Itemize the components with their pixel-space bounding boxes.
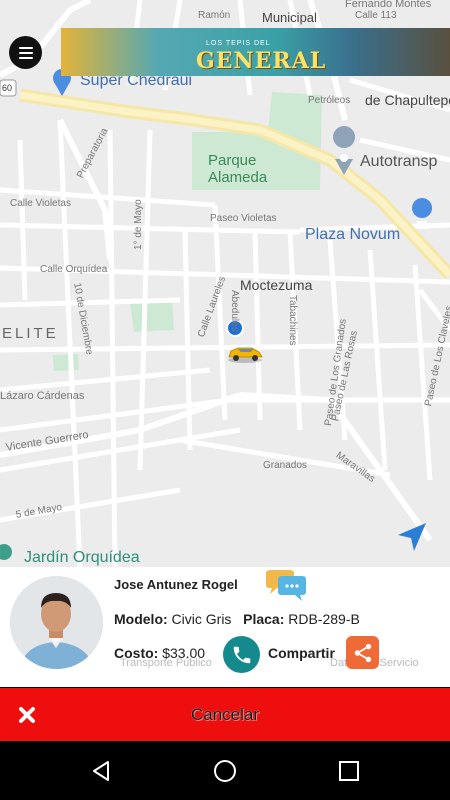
ad-banner[interactable]: LOS TEPIS DEL GENERAL (61, 28, 450, 76)
cost-label: Costo: (114, 645, 159, 661)
share-icon (354, 643, 371, 662)
map-view[interactable]: Calle 113 Fernando Montes Municipal Ramó… (0, 0, 450, 567)
recents-square-icon[interactable] (334, 756, 364, 786)
call-button[interactable] (223, 636, 260, 673)
cancel-label: Cancelar (190, 704, 260, 724)
map-label-fernando-montes: Fernando Montes (345, 0, 432, 10)
map-label-abedules: Abedules (229, 290, 240, 332)
share-button[interactable] (346, 636, 379, 669)
back-triangle-icon[interactable] (86, 756, 116, 786)
map-label-elite: ELITE (2, 325, 59, 342)
map-label-tabachines: Tabachines (287, 295, 298, 346)
driver-info-panel: Transporte Público Datos del Servicio Jo… (0, 567, 450, 687)
map-label-autotransp: Autotransp (360, 153, 438, 170)
map-label-calle-113: Calle 113 (355, 10, 397, 21)
map-label-route-60: 60 (2, 83, 13, 93)
plate-label: Placa: (243, 611, 285, 627)
system-nav-bar (0, 741, 450, 800)
cancel-button[interactable]: Cancelar (0, 688, 450, 741)
map-label-municipal: Municipal (262, 10, 317, 25)
model-label: Modelo: (114, 611, 168, 627)
share-label[interactable]: Compartir (268, 645, 335, 661)
phone-icon (233, 646, 250, 663)
map-label-lazaro-cardenas: Lázaro Cárdenas (0, 390, 85, 402)
map-label-calle-violetas: Calle Violetas (10, 198, 71, 209)
vehicle-info-row: Modelo: Civic Gris Placa: RDB-289-B (114, 611, 360, 627)
driver-avatar (10, 576, 103, 669)
cost-value: $33.00 (162, 645, 206, 661)
hamburger-menu-icon (18, 44, 33, 62)
model-value: Civic Gris (171, 611, 232, 627)
plate-value: RDB-289-B (288, 611, 360, 627)
cost-row: Costo: $33.00 (114, 645, 205, 661)
map-label-ramon: Ramón (198, 10, 231, 21)
map-label-calle-orquidea: Calle Orquídea (40, 264, 108, 275)
map-label-paseo-violetas: Paseo Violetas (210, 213, 277, 224)
chat-bubbles-icon[interactable] (263, 569, 309, 608)
map-label-1-mayo: 1° de Mayo (133, 199, 144, 250)
map-label-granados: Granados (263, 460, 307, 471)
map-label-petroleos: Petróleos (308, 95, 351, 106)
map-label-chapultepec: de Chapultepec (365, 92, 450, 108)
map-label-parque-alameda: Parque Alameda (208, 152, 268, 186)
driver-name: Jose Antunez Rogel (114, 577, 238, 592)
map-label-plaza-novum: Plaza Novum (305, 226, 401, 243)
menu-button[interactable] (9, 36, 42, 69)
close-icon (12, 700, 41, 729)
banner-title: GENERAL (196, 48, 327, 74)
banner-subtitle: LOS TEPIS DEL (206, 40, 271, 47)
map-label-moctezuma: Moctezuma (240, 277, 313, 293)
home-circle-icon[interactable] (210, 756, 240, 786)
map-label-jardin-orquidea: Jardín Orquídea (24, 549, 140, 566)
